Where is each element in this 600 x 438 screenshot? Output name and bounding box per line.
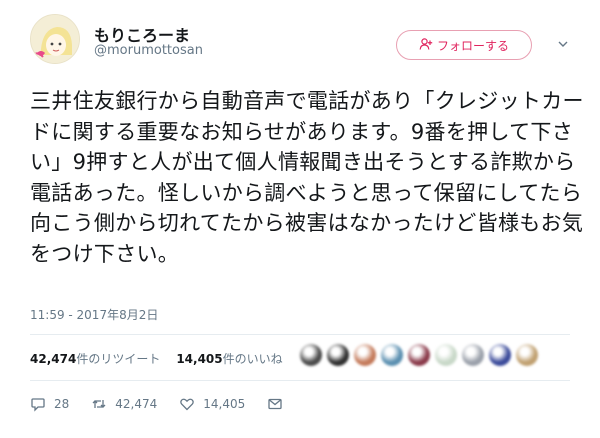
- tweet-card: もりころーま @morumottosan フォローする 三井住友銀行から自動音声…: [0, 0, 600, 438]
- follow-label: フォローする: [436, 38, 509, 53]
- add-user-icon: [419, 37, 433, 54]
- liker-avatar[interactable]: [300, 344, 322, 366]
- follow-button[interactable]: フォローする: [396, 30, 532, 60]
- retweet-stat-label: 件のリツイート: [76, 352, 161, 366]
- tweet-header: もりころーま @morumottosan フォローする: [0, 0, 600, 82]
- like-stat-label: 件のいいね: [222, 352, 283, 366]
- reply-button[interactable]: 28: [30, 396, 69, 412]
- liker-avatar[interactable]: [381, 344, 403, 366]
- retweet-stat[interactable]: 42,474件のリツイート: [30, 352, 160, 366]
- avatar-image: [31, 15, 79, 63]
- engagement-stats: 42,474件のリツイート 14,405件のいいね: [30, 350, 283, 367]
- retweet-button[interactable]: 42,474: [91, 396, 157, 412]
- direct-message-button[interactable]: [267, 396, 283, 412]
- envelope-icon: [267, 396, 283, 412]
- liker-avatar[interactable]: [462, 344, 484, 366]
- tweet-timestamp[interactable]: 11:59 - 2017年8月2日: [30, 306, 158, 323]
- chevron-down-icon[interactable]: [556, 38, 570, 52]
- liker-avatar[interactable]: [354, 344, 376, 366]
- user-handle[interactable]: @morumottosan: [94, 43, 203, 58]
- tweet-actions: 28 42,474 14,405: [30, 394, 305, 414]
- liker-avatar[interactable]: [408, 344, 430, 366]
- liker-avatar[interactable]: [435, 344, 457, 366]
- liker-avatar[interactable]: [489, 344, 511, 366]
- liker-avatars: [300, 344, 538, 370]
- liker-avatar[interactable]: [516, 344, 538, 366]
- tweet-text: 三井住友銀行から自動音声で電話があり「クレジットカードに関する重要なお知らせがあ…: [30, 89, 584, 266]
- retweet-stat-count: 42,474: [30, 352, 77, 366]
- like-stat-count: 14,405: [176, 352, 223, 366]
- reply-count: 28: [54, 397, 70, 411]
- divider: [30, 380, 570, 381]
- reply-icon: [30, 396, 46, 412]
- avatar[interactable]: [30, 14, 80, 64]
- liker-avatar[interactable]: [327, 344, 349, 366]
- heart-icon: [179, 396, 195, 412]
- like-button[interactable]: 14,405: [179, 396, 245, 412]
- retweet-count: 42,474: [115, 397, 158, 411]
- like-stat[interactable]: 14,405件のいいね: [176, 352, 282, 366]
- retweet-icon: [91, 396, 107, 412]
- divider: [30, 334, 570, 335]
- like-count: 14,405: [203, 397, 246, 411]
